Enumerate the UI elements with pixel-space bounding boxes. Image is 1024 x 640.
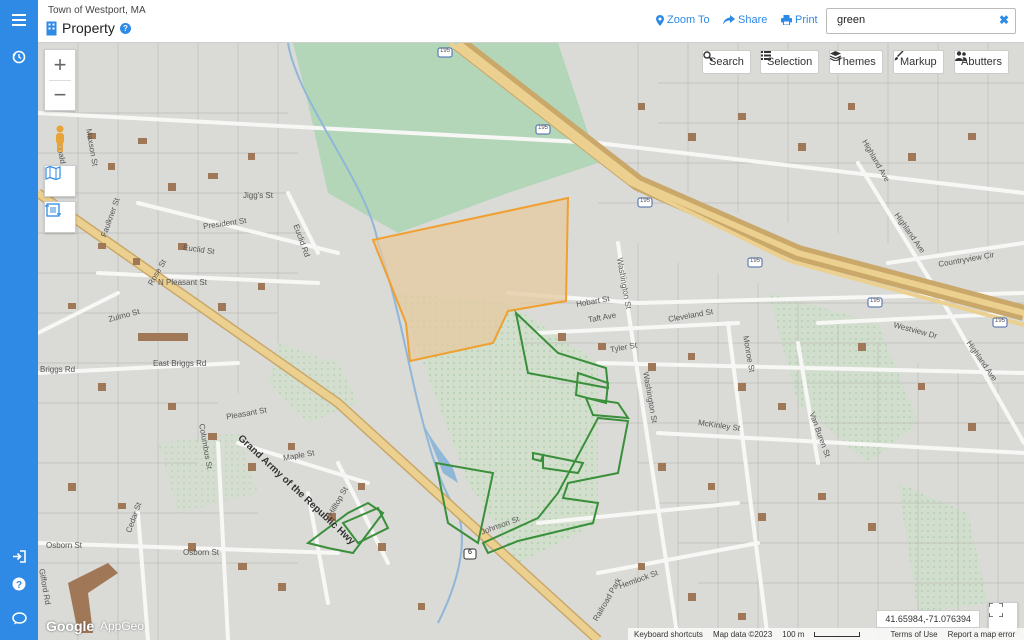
comment-icon[interactable]: [0, 604, 38, 632]
satellite-icon: [45, 203, 61, 217]
street-label: Osborn St: [183, 548, 220, 557]
top-bar: Town of Westport, MA Property ? Zoom To …: [38, 0, 1024, 43]
menu-icon[interactable]: [0, 6, 38, 34]
route-shield-label: 195: [750, 258, 761, 264]
zoom-out-button[interactable]: −: [45, 80, 75, 110]
left-sidebar: ?: [0, 0, 38, 640]
print-button[interactable]: Print: [781, 14, 818, 26]
themes-button[interactable]: Themes: [829, 50, 883, 74]
route-shield-label: 195: [440, 48, 451, 54]
report-error-link[interactable]: Report a map error: [948, 630, 1016, 639]
print-label: Print: [795, 14, 818, 26]
street-label: N Pleasant St: [158, 278, 207, 287]
map-view[interactable]: 195 195 195 195 195 195 6 Grand Army of …: [38, 43, 1024, 640]
appgeo-logo: AppGeo: [100, 619, 145, 633]
route-shield-label: 195: [640, 198, 651, 204]
map-search-button[interactable]: Search: [702, 50, 751, 74]
markup-button[interactable]: Markup: [893, 50, 944, 74]
street-label: East Briggs Rd: [153, 359, 207, 368]
google-logo: Google: [46, 618, 95, 634]
zoom-control: + −: [44, 49, 76, 111]
themes-label: Themes: [836, 56, 876, 68]
clear-search-icon[interactable]: ✖: [999, 13, 1009, 27]
page-title-row: Property ?: [46, 20, 131, 36]
svg-text:?: ?: [16, 580, 22, 591]
search-icon: [703, 51, 713, 61]
route-shield-label: 195: [870, 298, 881, 304]
basemap-toggle-button[interactable]: [44, 165, 76, 197]
print-icon: [781, 15, 792, 25]
property-search-input[interactable]: [835, 13, 989, 27]
route-shield-label: 195: [538, 125, 549, 131]
layers-icon: [830, 51, 841, 61]
map-data-credit: Map data ©2023: [712, 629, 773, 639]
map-search-label: Search: [709, 56, 744, 68]
town-name: Town of Westport, MA: [48, 5, 146, 16]
route-shield-label: 6: [468, 549, 472, 556]
share-label: Share: [738, 14, 768, 26]
route-shield-label: 195: [995, 318, 1006, 324]
wetland-area: [898, 483, 988, 613]
selection-label: Selection: [767, 56, 813, 68]
scale-label: 100 m: [782, 629, 805, 639]
zoom-in-button[interactable]: +: [45, 50, 75, 80]
scale-bar: [814, 631, 861, 637]
selection-button[interactable]: Selection: [760, 50, 820, 74]
paint-brush-icon: [894, 51, 904, 61]
help-icon[interactable]: ?: [119, 22, 131, 34]
map-attribution: Keyboard shortcuts Map data ©2023 100 m …: [628, 628, 1024, 640]
page-title: Property: [62, 20, 115, 36]
terms-link[interactable]: Terms of Use: [890, 630, 937, 639]
share-icon: [723, 15, 735, 25]
street-label: Jigg's St: [243, 191, 273, 200]
abutters-label: Abutters: [961, 56, 1002, 68]
zoom-to-button[interactable]: Zoom To: [656, 14, 710, 26]
markup-label: Markup: [900, 56, 937, 68]
street-label: Briggs Rd: [40, 365, 76, 374]
users-icon: [955, 51, 967, 61]
sign-in-icon[interactable]: [0, 542, 38, 570]
list-icon: [761, 51, 771, 60]
property-search: ✖: [826, 8, 1016, 34]
abutters-button[interactable]: Abutters: [954, 50, 1009, 74]
map-icon: [45, 166, 61, 180]
fullscreen-icon: [989, 603, 1003, 617]
share-button[interactable]: Share: [723, 14, 767, 26]
street-label: Osborn St: [46, 541, 83, 550]
keyboard-shortcuts-link[interactable]: Keyboard shortcuts: [634, 630, 703, 639]
map-marker-icon: [656, 14, 664, 26]
history-icon[interactable]: [0, 43, 38, 71]
zoom-to-label: Zoom To: [667, 14, 710, 26]
building-icon: [46, 21, 57, 35]
help-icon[interactable]: ?: [0, 570, 38, 598]
aerial-toggle-button[interactable]: [44, 201, 76, 233]
coordinate-readout: 41.65984,-71.076394: [876, 610, 980, 628]
